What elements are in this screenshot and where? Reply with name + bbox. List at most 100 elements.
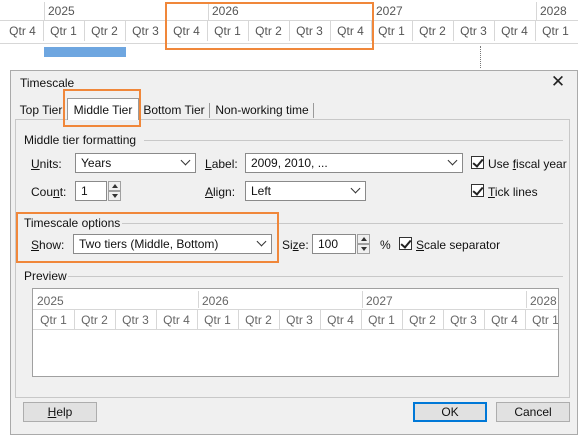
gantt-task-bar[interactable]	[44, 47, 126, 57]
preview-quarter: Qtr 2	[245, 313, 272, 327]
size-input[interactable]: 100	[312, 234, 356, 254]
arrow-down-icon	[361, 247, 367, 251]
quarter-divider	[453, 21, 454, 41]
cancel-button-label: Cancel	[514, 405, 552, 419]
size-spin-down[interactable]	[357, 244, 370, 254]
preview-quarter: Qtr 1	[40, 313, 67, 327]
year-divider	[536, 2, 537, 20]
timescale-year: 2025	[48, 4, 75, 18]
chevron-down-icon	[180, 155, 191, 166]
dialog-title: Timescale	[20, 76, 75, 90]
help-button-label: Help	[47, 405, 73, 419]
preview-year: 2026	[202, 294, 229, 308]
quarter-divider	[125, 21, 126, 41]
quarter-divider	[74, 310, 75, 329]
size-spin-up[interactable]	[357, 234, 370, 244]
checkmark-icon	[472, 156, 484, 168]
preview-quarter: Qtr 1	[532, 313, 559, 327]
use-fiscal-year-label: Use fiscal year	[488, 157, 567, 171]
chevron-down-icon	[350, 183, 361, 194]
preview-tier-separator	[33, 309, 558, 310]
timescale-quarter: Qtr 3	[132, 24, 159, 38]
units-value: Years	[81, 156, 112, 170]
highlight-box-timescale-options	[16, 212, 279, 263]
count-spin-up[interactable]	[108, 181, 121, 191]
timescale-quarter: Qtr 2	[419, 24, 446, 38]
arrow-down-icon	[112, 194, 118, 198]
arrow-up-icon	[112, 184, 118, 188]
quarter-divider	[443, 310, 444, 329]
tick-lines-checkbox[interactable]	[471, 184, 484, 197]
timescale-quarter: Qtr 2	[91, 24, 118, 38]
preview-quarter: Qtr 3	[286, 313, 313, 327]
tab-bottom-tier[interactable]: Bottom Tier	[142, 101, 206, 120]
year-divider	[526, 291, 527, 308]
tab-separator	[313, 103, 314, 118]
quarter-divider	[494, 21, 495, 41]
quarter-divider	[279, 310, 280, 329]
count-spin-down[interactable]	[108, 191, 121, 201]
timescale-quarter: Qtr 3	[460, 24, 487, 38]
label-dropdown[interactable]: 2009, 2010, ...	[245, 153, 463, 173]
ok-button[interactable]: OK	[413, 402, 487, 422]
quarter-divider	[156, 310, 157, 329]
preview-quarter: Qtr 4	[491, 313, 518, 327]
preview-quarter: Qtr 2	[409, 313, 436, 327]
group-heading-middle-tier: Middle tier formatting	[24, 133, 137, 147]
timescale-quarter: Qtr 4	[501, 24, 528, 38]
ok-button-label: OK	[441, 405, 459, 419]
quarter-divider	[402, 310, 403, 329]
year-divider	[362, 291, 363, 308]
gantt-dotted-line	[480, 46, 482, 68]
align-dropdown[interactable]: Left	[245, 181, 366, 201]
year-divider	[198, 291, 199, 308]
checkmark-icon	[472, 184, 484, 196]
close-icon[interactable]: ✕	[546, 72, 570, 92]
highlight-box-timescale	[165, 2, 374, 50]
help-button[interactable]: Help	[23, 402, 97, 422]
group-separator	[68, 276, 563, 277]
cancel-button[interactable]: Cancel	[496, 402, 570, 422]
size-label: Size:	[282, 238, 309, 252]
timescale-year: 2028	[540, 4, 567, 18]
preview-year: 2028	[530, 294, 557, 308]
arrow-up-icon	[361, 237, 367, 241]
preview-year: 2027	[366, 294, 393, 308]
timescale-quarter: Qtr 1	[378, 24, 405, 38]
quarter-divider	[43, 21, 44, 41]
checkmark-icon	[400, 237, 412, 249]
quarter-divider	[412, 21, 413, 41]
timescale-quarter: Qtr 1	[542, 24, 569, 38]
tab-non-working-time[interactable]: Non-working time	[212, 101, 312, 120]
size-unit: %	[380, 238, 391, 252]
use-fiscal-year-checkbox[interactable]	[471, 156, 484, 169]
units-label: Units:	[31, 157, 62, 171]
chevron-down-icon	[447, 155, 458, 166]
preview-quarter: Qtr 3	[122, 313, 149, 327]
preview-quarter: Qtr 4	[327, 313, 354, 327]
count-label: Count:	[31, 185, 67, 199]
units-dropdown[interactable]: Years	[75, 153, 196, 173]
quarter-divider	[535, 21, 536, 41]
timescale-preview: 2025 2026 2027 2028 Qtr 1 Qtr 2 Qtr 3 Qt…	[32, 288, 559, 377]
quarter-divider	[484, 310, 485, 329]
count-input[interactable]: 1	[75, 181, 107, 201]
scale-separator-checkbox[interactable]	[399, 237, 412, 250]
group-heading-preview: Preview	[24, 269, 67, 283]
quarter-divider	[115, 310, 116, 329]
quarter-divider	[525, 310, 526, 329]
tab-top-tier[interactable]: Top Tier	[18, 101, 64, 120]
preview-quarter: Qtr 2	[81, 313, 108, 327]
preview-quarter: Qtr 3	[450, 313, 477, 327]
align-value: Left	[251, 184, 272, 198]
align-label: Align:	[205, 185, 236, 199]
preview-tier-separator	[33, 329, 558, 330]
timescale-quarter: Qtr 1	[50, 24, 77, 38]
tab-separator	[209, 103, 210, 118]
label-label: Label:	[205, 157, 238, 171]
timescale-quarter: Qtr 4	[9, 24, 36, 38]
preview-quarter: Qtr 1	[368, 313, 395, 327]
size-value: 100	[318, 237, 339, 251]
preview-quarter: Qtr 1	[204, 313, 231, 327]
count-value: 1	[81, 184, 88, 198]
